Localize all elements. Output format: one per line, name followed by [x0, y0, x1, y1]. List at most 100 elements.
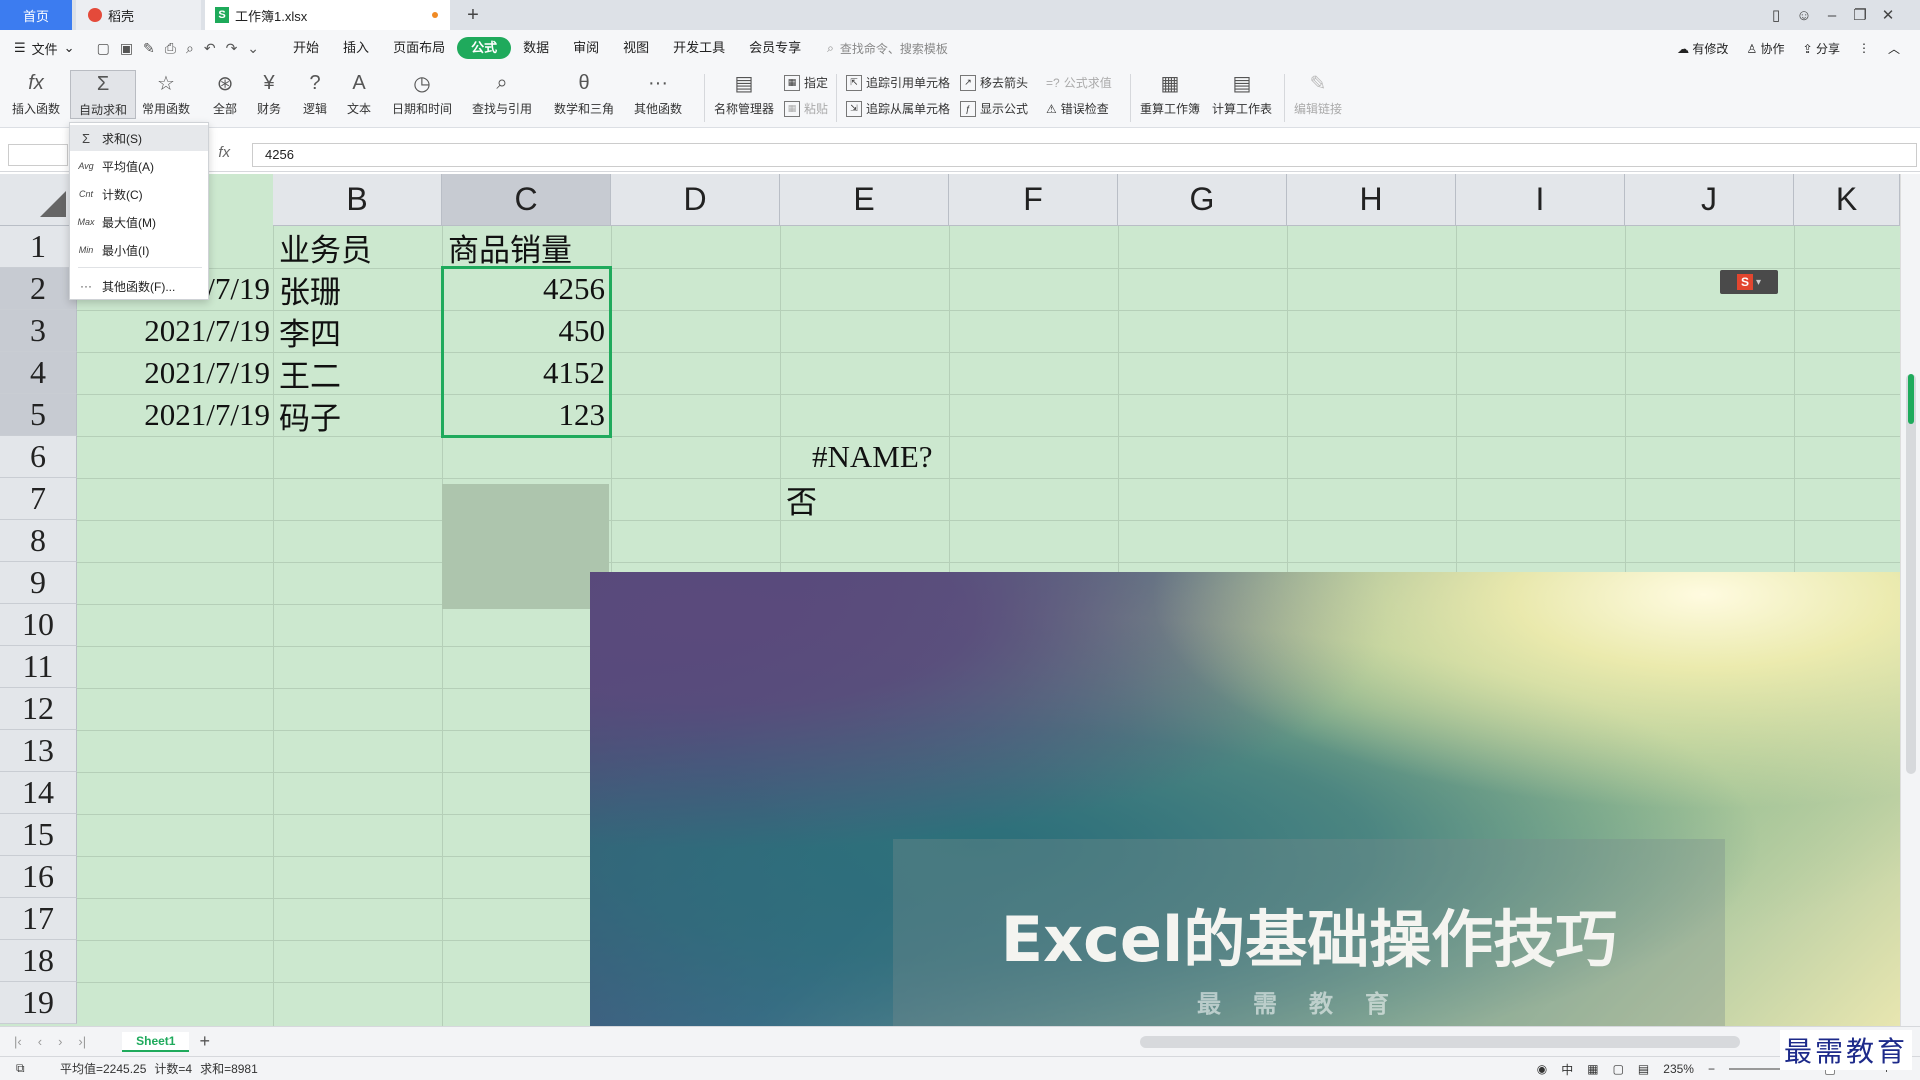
show-formulas-button[interactable]: ƒ 显示公式 [960, 100, 1028, 117]
logic-button[interactable]: ? 逻辑 [302, 70, 328, 117]
row-header-7[interactable]: 7 [0, 478, 77, 520]
name-box[interactable] [8, 144, 68, 166]
row-header-18[interactable]: 18 [0, 940, 77, 982]
horizontal-scroll-thumb[interactable] [1140, 1036, 1740, 1048]
vertical-scrollbar[interactable] [1900, 174, 1920, 1026]
cell-A5[interactable]: 2021/7/19 [80, 394, 270, 436]
edit-links-button[interactable]: ✎ 编辑链接 [1294, 70, 1342, 117]
page-layout-view-icon[interactable]: ▢ [1613, 1062, 1624, 1076]
restore-icon[interactable]: ❐ [1846, 6, 1874, 24]
trace-precedents-button[interactable]: ⇱ 追踪引用单元格 [846, 74, 950, 91]
tab-workbook[interactable]: S 工作簿1.xlsx [205, 0, 450, 30]
redo-icon[interactable]: ↷ [226, 40, 238, 57]
other-functions-button[interactable]: ··· 其他函数 [634, 70, 682, 117]
define-name-button[interactable]: ▦ 指定 [784, 74, 828, 91]
tab-home[interactable]: 首页 [0, 0, 72, 30]
close-icon[interactable]: ✕ [1874, 6, 1902, 24]
all-functions-button[interactable]: ⊛ 全部 [212, 70, 238, 117]
remove-arrows-button[interactable]: ↗ 移去箭头 [960, 74, 1028, 91]
error-check-button[interactable]: ⚠ 错误检查 [1046, 100, 1109, 117]
eye-protect-icon[interactable]: ◉ [1537, 1062, 1547, 1076]
common-functions-button[interactable]: ☆ 常用函数 [142, 70, 190, 117]
name-manager-button[interactable]: ▤ 名称管理器 [714, 70, 774, 117]
new-tab-button[interactable]: + [458, 0, 488, 30]
file-menu-button[interactable]: ☰ 文件 ⌄ [14, 39, 75, 58]
macro-record-icon[interactable]: ⧉ [16, 1061, 25, 1076]
column-header-I[interactable]: I [1456, 174, 1625, 226]
undo-icon[interactable]: ↶ [204, 40, 216, 57]
cell-E7[interactable]: 否 [786, 478, 817, 520]
zoom-level[interactable]: 235% [1663, 1062, 1694, 1076]
page-break-view-icon[interactable]: ▤ [1638, 1062, 1649, 1076]
dropdown-item-average[interactable]: Avg 平均值(A) [70, 153, 208, 179]
cell-B1[interactable]: 业务员 [279, 226, 372, 268]
menu-member[interactable]: 会员专享 [737, 37, 813, 59]
row-header-17[interactable]: 17 [0, 898, 77, 940]
finance-button[interactable]: ¥ 财务 [256, 70, 282, 117]
column-header-F[interactable]: F [949, 174, 1118, 226]
autosum-button[interactable]: Σ 自动求和 [70, 70, 136, 119]
paste-name-button[interactable]: ▦ 粘贴 [784, 100, 828, 117]
zoom-out-icon[interactable]: − [1708, 1062, 1715, 1076]
vertical-scroll-thumb[interactable] [1906, 374, 1916, 774]
input-method-badge[interactable]: S ▾ [1720, 270, 1778, 294]
customize-icon[interactable]: ⌄ [247, 40, 259, 57]
row-header-11[interactable]: 11 [0, 646, 77, 688]
column-header-H[interactable]: H [1287, 174, 1456, 226]
sheet-tab[interactable]: Sheet1 [122, 1031, 190, 1052]
collab-button[interactable]: ♙ 协作 [1746, 40, 1784, 57]
tab-docer[interactable]: 稻壳 [76, 0, 201, 30]
next-sheet-icon[interactable]: › [58, 1034, 62, 1049]
menu-developer[interactable]: 开发工具 [661, 37, 737, 59]
dropdown-item-sum[interactable]: Σ 求和(S) [70, 125, 208, 151]
menu-review[interactable]: 审阅 [561, 37, 611, 59]
dropdown-item-max[interactable]: Max 最大值(M) [70, 209, 208, 235]
cell-B5[interactable]: 码子 [279, 394, 341, 436]
row-header-14[interactable]: 14 [0, 772, 77, 814]
dropdown-item-count[interactable]: Cnt 计数(C) [70, 181, 208, 207]
row-header-8[interactable]: 8 [0, 520, 77, 562]
more-icon[interactable]: ⋮ [1858, 41, 1870, 55]
lookup-button[interactable]: ⌕ 查找与引用 [472, 70, 532, 117]
cell-A3[interactable]: 2021/7/19 [80, 310, 270, 352]
column-header-D[interactable]: D [611, 174, 780, 226]
evaluate-formula-button[interactable]: =? 公式求值 [1046, 74, 1112, 91]
dropdown-item-more[interactable]: ··· 其他函数(F)... [70, 273, 208, 299]
command-search[interactable]: ⌕ 查找命令、搜索模板 [827, 40, 948, 57]
menu-formulas[interactable]: 公式 [457, 37, 512, 59]
calc-sheet-button[interactable]: ▤ 计算工作表 [1212, 70, 1272, 117]
select-all-corner[interactable] [0, 174, 77, 226]
cell-C1[interactable]: 商品销量 [448, 226, 572, 268]
column-header-J[interactable]: J [1625, 174, 1794, 226]
row-header-9[interactable]: 9 [0, 562, 77, 604]
user-avatar-icon[interactable]: ☺ [1790, 7, 1818, 24]
row-header-12[interactable]: 12 [0, 688, 77, 730]
cell-B4[interactable]: 王二 [279, 352, 341, 394]
last-sheet-icon[interactable]: ›| [78, 1034, 86, 1049]
row-header-1[interactable]: 1 [0, 226, 77, 268]
ime-icon[interactable]: 中 [1561, 1061, 1573, 1078]
row-header-2[interactable]: 2 [0, 268, 77, 310]
menu-view[interactable]: 视图 [611, 37, 661, 59]
column-header-E[interactable]: E [780, 174, 949, 226]
cell-B3[interactable]: 李四 [279, 310, 341, 352]
formula-input[interactable]: 4256 [252, 143, 1917, 167]
menu-home[interactable]: 开始 [281, 37, 331, 59]
column-header-G[interactable]: G [1118, 174, 1287, 226]
menu-insert[interactable]: 插入 [331, 37, 381, 59]
fx-label[interactable]: fx [218, 144, 230, 161]
format-painter-icon[interactable]: ✎ [143, 40, 155, 57]
trace-dependents-button[interactable]: ⇲ 追踪从属单元格 [846, 100, 950, 117]
row-header-4[interactable]: 4 [0, 352, 77, 394]
save-icon[interactable]: ▣ [120, 40, 133, 57]
normal-view-icon[interactable]: ▦ [1587, 1062, 1598, 1076]
row-header-10[interactable]: 10 [0, 604, 77, 646]
modify-status-button[interactable]: ☁ 有修改 [1677, 40, 1728, 57]
share-button[interactable]: ⇪ 分享 [1803, 40, 1840, 57]
menu-page-layout[interactable]: 页面布局 [381, 37, 457, 59]
cell-A4[interactable]: 2021/7/19 [80, 352, 270, 394]
math-button[interactable]: θ 数学和三角 [554, 70, 614, 117]
row-header-13[interactable]: 13 [0, 730, 77, 772]
minimize-icon[interactable]: – [1818, 7, 1846, 24]
layout-icon[interactable]: ▯ [1762, 6, 1790, 24]
